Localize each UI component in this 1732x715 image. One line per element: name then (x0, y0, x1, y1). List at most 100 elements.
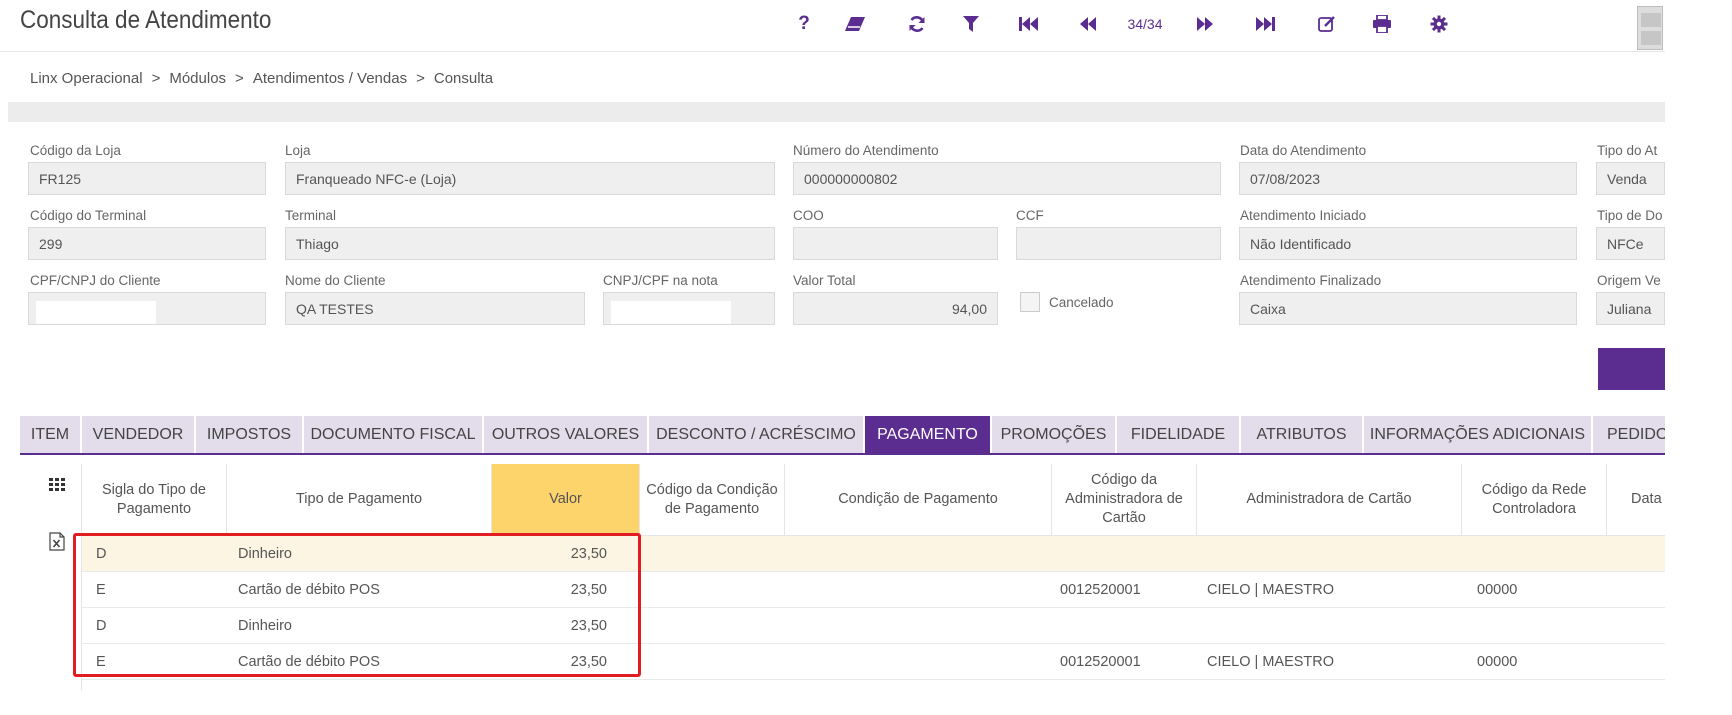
cell-administradora: CIELO | MAESTRO (1207, 582, 1335, 598)
cell-valor: 23,50 (570, 582, 607, 598)
settings-icon[interactable] (1424, 8, 1454, 40)
table-row[interactable]: D Dinheiro 23,50 (82, 536, 1665, 572)
column-header-codigo-rede[interactable]: Código da Rede Controladora (1462, 464, 1607, 536)
grid-columns-icon[interactable] (49, 478, 65, 497)
atendimento-iniciado-field[interactable]: Não Identificado (1239, 227, 1577, 260)
help-icon[interactable]: ? (790, 8, 818, 40)
cell-sigla: E (96, 582, 106, 598)
breadcrumb-item[interactable]: Módulos (169, 70, 226, 87)
tab-outros-valores[interactable]: OUTROS VALORES (484, 416, 649, 453)
cell-tipo: Dinheiro (238, 618, 292, 634)
table-row[interactable]: D Dinheiro 23,50 (82, 608, 1665, 644)
origem-venda-field[interactable]: Juliana (1596, 292, 1665, 325)
cancelado-label: Cancelado (1049, 295, 1114, 310)
tab-informacoes-adicionais[interactable]: INFORMAÇÕES ADICIONAIS (1364, 416, 1593, 453)
data-atendimento-field[interactable]: 07/08/2023 (1239, 162, 1577, 195)
first-record-icon[interactable] (1014, 8, 1044, 40)
field-label: Código do Terminal (30, 208, 147, 223)
cell-sigla: E (96, 654, 106, 670)
field-label: Data do Atendimento (1240, 143, 1367, 158)
record-counter: 34/34 (1127, 16, 1163, 32)
column-header-codigo-condicao[interactable]: Código da Condição de Pagamento (640, 464, 785, 536)
field-label: Código da Loja (30, 143, 121, 158)
tab-item[interactable]: ITEM (20, 416, 82, 453)
field-label: CCF (1016, 208, 1044, 223)
field-label: Tipo do At (1597, 143, 1658, 158)
side-panel-handle[interactable] (1637, 6, 1663, 50)
redaction-mask (36, 301, 156, 324)
ccf-field[interactable] (1016, 227, 1221, 260)
edit-icon[interactable] (1312, 8, 1342, 40)
valor-total-field[interactable]: 94,00 (793, 292, 998, 325)
column-header-codigo-administradora[interactable]: Código da Administradora de Cartão (1052, 464, 1197, 536)
previous-record-icon[interactable] (1073, 8, 1103, 40)
tab-promocoes[interactable]: PROMOÇÕES (992, 416, 1117, 453)
print-icon[interactable] (1367, 8, 1397, 40)
cpf-nota-field[interactable] (603, 292, 775, 325)
cell-administradora: CIELO | MAESTRO (1207, 654, 1335, 670)
tipo-documento-field[interactable]: NFCe (1596, 227, 1665, 260)
terminal-field[interactable]: Thiago (285, 227, 775, 260)
cell-valor: 23,50 (570, 546, 607, 562)
column-header-data[interactable]: Data (1607, 464, 1665, 536)
cell-sigla: D (96, 546, 107, 562)
breadcrumb-item[interactable]: Linx Operacional (30, 70, 143, 87)
loja-field[interactable]: Franqueado NFC-e (Loja) (285, 162, 775, 195)
action-button[interactable] (1598, 348, 1665, 390)
cell-codigo-rede: 00000 (1477, 582, 1518, 598)
tab-pagamento[interactable]: PAGAMENTO (865, 416, 992, 453)
cell-tipo: Dinheiro (238, 546, 292, 562)
tipo-atendimento-field[interactable]: Venda (1596, 162, 1665, 195)
tab-impostos[interactable]: IMPOSTOS (196, 416, 304, 453)
cancelado-checkbox[interactable] (1020, 292, 1040, 312)
field-label: CNPJ/CPF na nota (603, 273, 718, 288)
tab-desconto-acrescimo[interactable]: DESCONTO / ACRÉSCIMO (649, 416, 865, 453)
last-record-icon[interactable] (1250, 8, 1280, 40)
cell-codigo-rede: 00000 (1477, 654, 1518, 670)
next-record-icon[interactable] (1190, 8, 1220, 40)
breadcrumb: Linx Operacional > Módulos > Atendimentos / … (30, 70, 494, 87)
column-header-administradora[interactable]: Administradora de Cartão (1197, 464, 1462, 536)
field-label: Terminal (285, 208, 337, 223)
codigo-loja-field[interactable]: FR125 (28, 162, 266, 195)
toolbar: ? 34/34 (0, 8, 1665, 40)
cell-valor: 23,50 (570, 618, 607, 634)
table-row[interactable]: E Cartão de débito POS 23,50 0012520001 … (82, 572, 1665, 608)
cell-codigo-administradora: 0012520001 (1060, 654, 1141, 670)
column-header-sigla[interactable]: Sigla do Tipo de Pagamento (82, 464, 227, 536)
tab-atributos[interactable]: ATRIBUTOS (1241, 416, 1364, 453)
field-label: Atendimento Finalizado (1240, 273, 1382, 288)
cpf-cliente-field[interactable] (28, 292, 266, 325)
tab-bar: ITEM VENDEDOR IMPOSTOS DOCUMENTO FISCAL … (20, 416, 1665, 453)
field-label: CPF/CNPJ do Cliente (30, 273, 161, 288)
tab-documento-fiscal[interactable]: DOCUMENTO FISCAL (304, 416, 484, 453)
field-label: Valor Total (793, 273, 856, 288)
column-header-condicao-pagamento[interactable]: Condição de Pagamento (785, 464, 1052, 536)
column-header-valor[interactable]: Valor (492, 464, 640, 536)
refresh-icon[interactable] (902, 8, 932, 40)
app-window: Consulta de Atendimento ? 34/34 Linx Ope… (0, 0, 1665, 690)
cell-tipo: Cartão de débito POS (238, 654, 380, 670)
coo-field[interactable] (793, 227, 998, 260)
breadcrumb-item[interactable]: Atendimentos / Vendas (253, 70, 407, 87)
page-header: Consulta de Atendimento ? 34/34 (0, 0, 1665, 52)
column-header-tipo-pagamento[interactable]: Tipo de Pagamento (227, 464, 492, 536)
atendimento-finalizado-field[interactable]: Caixa (1239, 292, 1577, 325)
excel-export-icon[interactable] (49, 532, 65, 556)
eraser-icon[interactable] (840, 8, 870, 40)
field-label: Tipo de Do (1597, 208, 1663, 223)
codigo-terminal-field[interactable]: 299 (28, 227, 266, 260)
field-label: Origem Ve (1597, 273, 1661, 288)
cell-codigo-administradora: 0012520001 (1060, 582, 1141, 598)
cell-valor: 23,50 (570, 654, 607, 670)
tab-pedidos[interactable]: PEDIDOS C (1593, 416, 1665, 453)
field-label: Atendimento Iniciado (1240, 208, 1367, 223)
filter-icon[interactable] (956, 8, 986, 40)
tab-fidelidade[interactable]: FIDELIDADE (1117, 416, 1241, 453)
cell-tipo: Cartão de débito POS (238, 582, 380, 598)
table-row[interactable]: E Cartão de débito POS 23,50 0012520001 … (82, 644, 1665, 680)
numero-atendimento-field[interactable]: 000000000802 (793, 162, 1221, 195)
field-label: COO (793, 208, 824, 223)
tab-vendedor[interactable]: VENDEDOR (82, 416, 196, 453)
nome-cliente-field[interactable]: QA TESTES (285, 292, 585, 325)
